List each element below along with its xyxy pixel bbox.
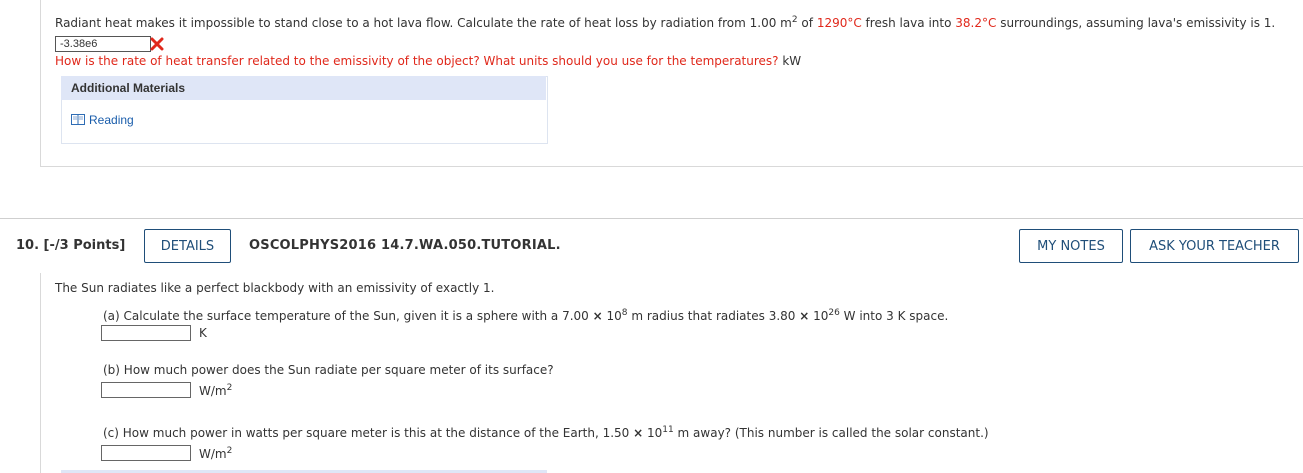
- question-10-left-border: [40, 273, 41, 473]
- part-c-prompt: (c) How much power in watts per square m…: [103, 425, 989, 441]
- book-icon[interactable]: [71, 114, 85, 125]
- part-b-answer-input[interactable]: [101, 382, 191, 398]
- additional-materials-header: Additional Materials: [61, 76, 546, 100]
- details-button[interactable]: DETAILS: [144, 229, 231, 263]
- part-a-answer-input[interactable]: [101, 325, 191, 341]
- reading-link[interactable]: Reading: [89, 113, 134, 127]
- ask-your-teacher-button[interactable]: ASK YOUR TEACHER: [1130, 229, 1299, 263]
- part-c-unit: W/m2: [199, 446, 233, 462]
- question-10-intro: The Sun radiates like a perfect blackbod…: [55, 281, 495, 295]
- question-9-text: Radiant heat makes it impossible to stan…: [55, 15, 1276, 31]
- hint-unit: kW: [778, 54, 802, 68]
- question-code: OSCOLPHYS2016 14.7.WA.050.TUTORIAL.: [249, 238, 561, 253]
- my-notes-button[interactable]: MY NOTES: [1019, 229, 1123, 263]
- part-c-answer-input[interactable]: [101, 445, 191, 461]
- lava-temperature: 1290°C: [816, 16, 862, 30]
- hint-text: How is the rate of heat transfer related…: [55, 54, 802, 68]
- surroundings-temperature: 38.2°C: [955, 16, 997, 30]
- answer-input-q9[interactable]: -3.38e6: [55, 36, 151, 52]
- part-b-unit: W/m2: [199, 383, 233, 399]
- x-mark-icon: [150, 37, 164, 51]
- question-number-points: 10. [-/3 Points]: [16, 238, 126, 253]
- part-b-prompt: (b) How much power does the Sun radiate …: [103, 363, 554, 377]
- part-a-prompt: (a) Calculate the surface temperature of…: [103, 308, 949, 324]
- part-a-unit: K: [199, 326, 207, 340]
